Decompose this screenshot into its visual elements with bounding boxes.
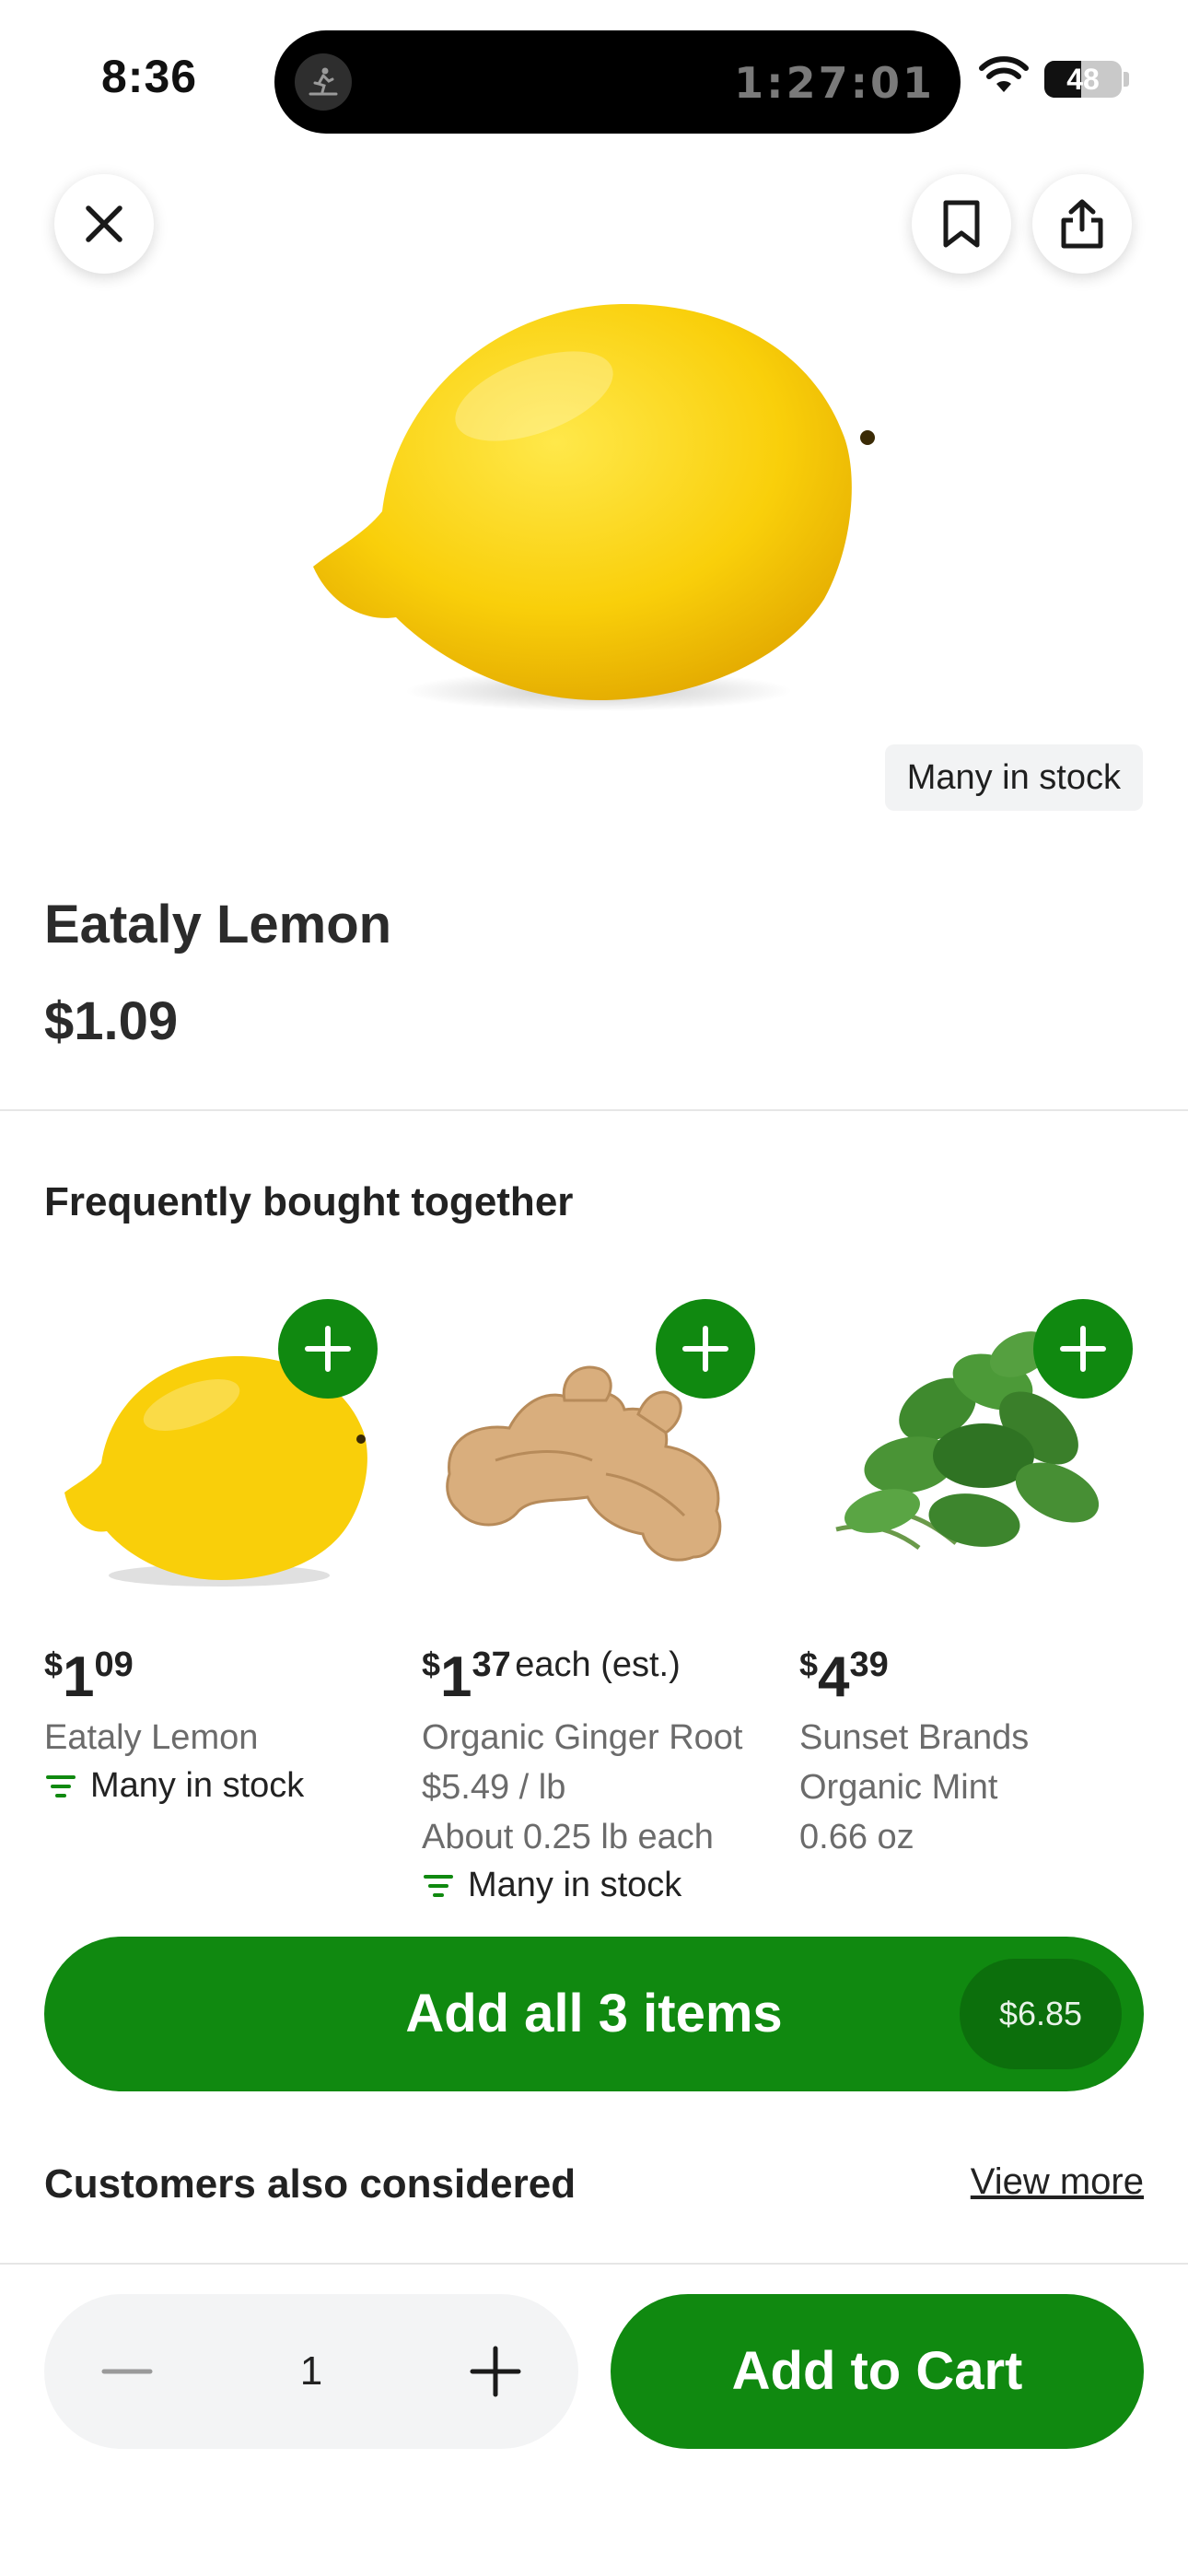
- item-price: $439: [799, 1645, 889, 1709]
- increase-quantity-button[interactable]: [449, 2325, 542, 2418]
- bookmark-button[interactable]: [912, 174, 1011, 274]
- item-stock: Many in stock: [44, 1766, 304, 1806]
- quantity-stepper: 1: [44, 2294, 578, 2449]
- product-image[interactable]: [295, 286, 893, 719]
- item-unit-price: $5.49 / lb: [422, 1768, 566, 1807]
- view-more-link[interactable]: View more: [971, 2161, 1144, 2203]
- bottom-bar-divider: [0, 2263, 1188, 2265]
- status-time: 8:36: [101, 51, 198, 102]
- share-button[interactable]: [1032, 174, 1132, 274]
- plus-icon: [682, 1326, 728, 1372]
- close-icon: [86, 205, 122, 242]
- share-icon: [1061, 199, 1103, 249]
- battery-cap: [1124, 72, 1129, 87]
- fbt-item-mint[interactable]: $439 Sunset Brands Organic Mint 0.66 oz: [799, 1299, 1177, 1907]
- fbt-item-ginger[interactable]: $137 each (est.) Organic Ginger Root $5.…: [422, 1299, 799, 1907]
- section-divider: [0, 1109, 1188, 1111]
- item-name: Organic Mint: [799, 1768, 998, 1807]
- treadmill-icon: [295, 53, 352, 111]
- activity-timer: 1:27:01: [734, 58, 935, 108]
- item-brand: Sunset Brands: [799, 1718, 1030, 1757]
- add-all-total: $6.85: [960, 1959, 1122, 2069]
- add-button[interactable]: [1033, 1299, 1133, 1399]
- stock-level-icon: [424, 1874, 453, 1897]
- item-weight: About 0.25 lb each: [422, 1818, 714, 1856]
- status-bar: 8:36 1:27:01 48: [0, 0, 1188, 157]
- item-price: $109: [44, 1645, 134, 1709]
- bookmark-icon: [943, 200, 980, 248]
- dynamic-island[interactable]: 1:27:01: [274, 30, 961, 134]
- product-title: Eataly Lemon: [44, 895, 392, 954]
- stock-badge: Many in stock: [884, 744, 1143, 811]
- add-button[interactable]: [656, 1299, 755, 1399]
- add-all-button[interactable]: Add all 3 items $6.85: [44, 1937, 1144, 2091]
- item-name: Organic Ginger Root: [422, 1718, 743, 1757]
- section-title-also-considered: Customers also considered: [44, 2161, 577, 2207]
- close-button[interactable]: [54, 174, 154, 274]
- section-title-frequently-bought: Frequently bought together: [44, 1179, 574, 1224]
- stock-level-icon: [46, 1774, 76, 1797]
- item-stock: Many in stock: [422, 1866, 681, 1905]
- item-name: Eataly Lemon: [44, 1718, 259, 1757]
- battery-icon: 48: [1044, 61, 1122, 98]
- add-to-cart-button[interactable]: Add to Cart: [611, 2294, 1144, 2449]
- plus-icon: [305, 1326, 351, 1372]
- item-size: 0.66 oz: [799, 1818, 914, 1856]
- fbt-item-lemon[interactable]: $109 Eataly Lemon Many in stock: [44, 1299, 422, 1907]
- plus-icon: [1060, 1326, 1106, 1372]
- wifi-icon: [978, 55, 1030, 99]
- product-price: $1.09: [44, 991, 179, 1051]
- add-button[interactable]: [278, 1299, 378, 1399]
- item-price: $137 each (est.): [422, 1645, 681, 1709]
- battery-level: 48: [1066, 63, 1100, 96]
- plus-icon: [470, 2346, 521, 2397]
